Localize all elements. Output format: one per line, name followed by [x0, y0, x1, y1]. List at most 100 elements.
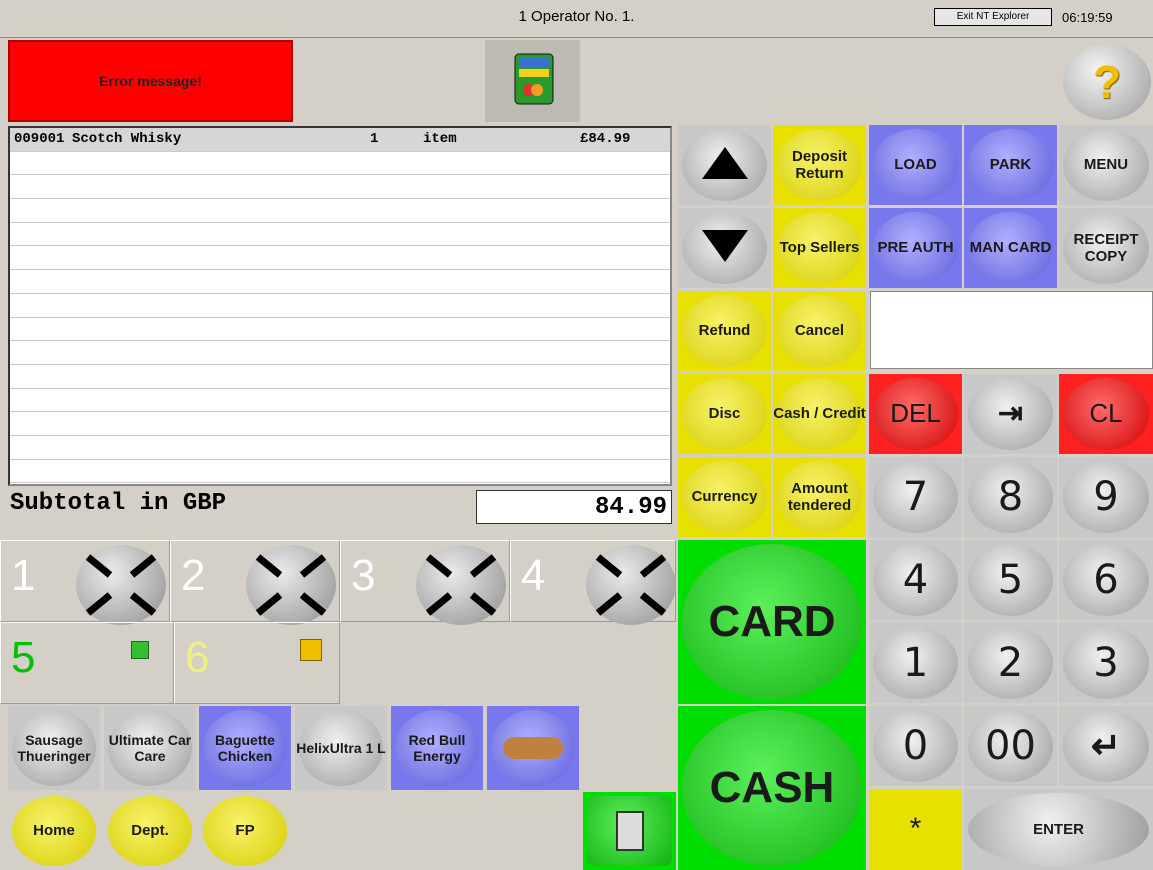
return-arrow-icon: ↵ [1090, 725, 1122, 767]
product-helix[interactable]: HelixUltra 1 L [295, 706, 387, 790]
list-item[interactable] [10, 175, 670, 200]
pump-number: 6 [185, 633, 210, 682]
product-sausage[interactable]: Sausage Thueringer [8, 706, 100, 790]
card-payment-button[interactable]: CARD [678, 540, 866, 704]
dept-button[interactable]: Dept. [104, 792, 196, 870]
arrow-down-icon [700, 228, 750, 268]
currency-button[interactable]: Currency [678, 457, 771, 537]
refund-button[interactable]: Refund [678, 291, 771, 371]
receipt-copy-button[interactable]: RECEIPT COPY [1059, 208, 1153, 288]
backspace-button[interactable]: ↵ [1059, 706, 1153, 786]
list-item[interactable] [10, 365, 670, 389]
product-sandwich[interactable] [487, 706, 579, 790]
key-3[interactable]: 3 [1059, 623, 1153, 703]
clear-button[interactable]: CL [1059, 374, 1153, 454]
receipt-copy-label: RECEIPT COPY [1073, 230, 1139, 265]
top-sellers-button[interactable]: Top Sellers [773, 208, 866, 288]
list-item[interactable] [10, 246, 670, 271]
cancel-button[interactable]: Cancel [773, 291, 866, 371]
pump-6[interactable]: 6 [174, 622, 340, 704]
arrow-up-icon [700, 145, 750, 185]
cl-label: CL [1089, 398, 1123, 429]
list-item[interactable] [10, 460, 670, 484]
key-4[interactable]: 4 [869, 540, 962, 620]
key-label: 3 [1093, 640, 1119, 686]
cash-payment-button[interactable]: CASH [678, 706, 866, 870]
item-code: 009001 [14, 131, 65, 147]
list-item[interactable] [10, 152, 670, 176]
product-car-care[interactable]: Ultimate Car Care [104, 706, 196, 790]
pump-4[interactable]: 4 [510, 540, 676, 625]
pump-3[interactable]: 3 [340, 540, 510, 625]
list-item[interactable] [10, 318, 670, 342]
pump-closed-icon [416, 545, 506, 625]
title-bar: 1 Operator No. 1. Exit NT Explorer 06:19… [0, 0, 1153, 38]
key-1[interactable]: 1 [869, 623, 962, 703]
star-label: * [909, 812, 922, 846]
disc-button[interactable]: Disc [678, 374, 771, 454]
load-button[interactable]: LOAD [869, 125, 962, 205]
cash-credit-button[interactable]: Cash / Credit [773, 374, 866, 454]
product-label: Red Bull Energy [408, 731, 466, 764]
enter-button[interactable]: ENTER [964, 789, 1153, 870]
key-6[interactable]: 6 [1059, 540, 1153, 620]
key-9[interactable]: 9 [1059, 457, 1153, 537]
pump-1[interactable]: 1 [0, 540, 170, 625]
pump-closed-icon [246, 545, 336, 625]
pump-5[interactable]: 5 [0, 622, 174, 704]
list-item[interactable] [10, 270, 670, 294]
load-label: LOAD [894, 156, 937, 174]
scroll-down-button[interactable] [678, 208, 771, 288]
key-label: 8 [997, 474, 1024, 520]
list-item[interactable] [10, 412, 670, 436]
tab-button[interactable]: ⇥ [964, 374, 1057, 454]
key-8[interactable]: 8 [964, 457, 1057, 537]
scroll-up-button[interactable] [678, 125, 771, 205]
list-item[interactable] [10, 389, 670, 413]
key-label: 0 [902, 723, 929, 769]
key-7[interactable]: 7 [869, 457, 962, 537]
product-label: Baguette Chicken [215, 731, 275, 764]
list-item[interactable]: 009001 Scotch Whisky 1 item £84.99 [10, 128, 670, 152]
item-unit: item [423, 131, 457, 147]
menu-button[interactable]: MENU [1059, 125, 1153, 205]
tab-arrow-icon: ⇥ [997, 396, 1024, 430]
menu-label: MENU [1083, 156, 1129, 174]
star-button[interactable]: * [869, 789, 962, 870]
key-2[interactable]: 2 [964, 623, 1057, 703]
fuel-pump-button[interactable] [583, 792, 676, 870]
pre-auth-button[interactable]: PRE AUTH [869, 208, 962, 288]
key-label: 1 [902, 640, 929, 686]
list-item[interactable] [10, 199, 670, 223]
product-label: Ultimate Car Care [108, 731, 192, 764]
product-baguette[interactable]: Baguette Chicken [199, 706, 291, 790]
key-label: 5 [997, 557, 1024, 603]
man-card-label: MAN CARD [969, 239, 1052, 257]
error-message-button[interactable]: Error message! [8, 40, 293, 122]
key-5[interactable]: 5 [964, 540, 1057, 620]
list-item[interactable] [10, 223, 670, 247]
exit-explorer-button[interactable]: Exit NT Explorer [934, 8, 1052, 26]
product-redbull[interactable]: Red Bull Energy [391, 706, 483, 790]
pump-closed-icon [586, 545, 676, 625]
key-label: 7 [902, 474, 929, 520]
list-item[interactable] [10, 436, 670, 460]
key-00[interactable]: 00 [964, 706, 1057, 786]
key-0[interactable]: 0 [869, 706, 962, 786]
pump-2[interactable]: 2 [170, 540, 340, 625]
del-button[interactable]: DEL [869, 374, 962, 454]
disc-label: Disc [708, 405, 741, 423]
park-button[interactable]: PARK [964, 125, 1057, 205]
home-button[interactable]: Home [8, 792, 100, 870]
man-card-button[interactable]: MAN CARD [964, 208, 1057, 288]
item-list[interactable]: 009001 Scotch Whisky 1 item £84.99 [8, 126, 672, 486]
fuel-pump-icon [615, 811, 644, 851]
deposit-return-button[interactable]: Deposit Return [773, 125, 866, 205]
help-button[interactable]: ? [1063, 44, 1151, 120]
amount-tendered-button[interactable]: Amount tendered [773, 457, 866, 537]
list-item[interactable] [10, 294, 670, 318]
list-item[interactable] [10, 341, 670, 365]
card-label: CARD [708, 596, 836, 646]
card-reader-icon[interactable] [485, 40, 580, 122]
fp-button[interactable]: FP [199, 792, 291, 870]
